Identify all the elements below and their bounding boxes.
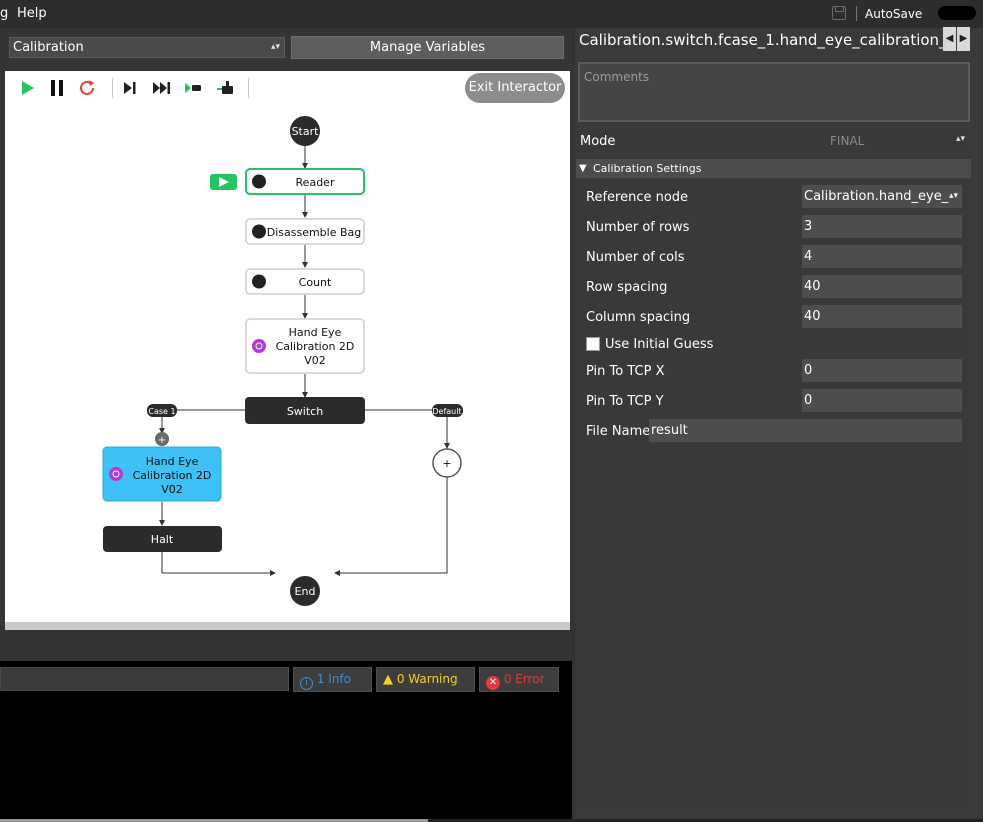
switch-node[interactable]: Switch [245, 397, 365, 424]
comments-input[interactable] [584, 70, 964, 114]
log-filter-input[interactable] [0, 667, 289, 691]
error-icon: ✕ [486, 676, 500, 690]
row-spacing-input[interactable]: 40 [802, 275, 962, 298]
rows-input[interactable]: 3 [802, 215, 962, 238]
start-label: Start [292, 125, 320, 138]
node-title: Calibration.switch.fcase_1.hand_eye_cali… [579, 31, 943, 49]
disassemble-bag-label: Disassemble Bag [267, 226, 362, 239]
log-warning-label: 0 Warning [396, 672, 458, 686]
reference-node-select[interactable]: Calibration.hand_eye_ ▴▾ [802, 185, 962, 208]
hand-eye-label-line3: V02 [304, 354, 326, 367]
hand-eye-calibration-node[interactable]: Hand Eye Calibration 2D V02 [245, 318, 365, 374]
comments-field[interactable] [578, 62, 970, 122]
menu-separator [856, 6, 857, 21]
flow-diagram: Start Reader Disassemble Bag Count Hand … [102, 116, 463, 606]
cols-label: Number of cols [586, 250, 685, 265]
halt-node[interactable]: Halt [103, 526, 222, 552]
hand-eye-calibration-selected-node[interactable]: Hand Eye Calibration 2D V02 [102, 446, 222, 502]
log-info-label: 1 Info [316, 672, 351, 686]
autosave-toggle[interactable] [938, 6, 976, 20]
reference-node-value: Calibration.hand_eye_ [804, 189, 949, 204]
switch-label: Switch [287, 405, 323, 418]
manage-variables-button[interactable]: Manage Variables [291, 36, 564, 59]
reference-node-label: Reference node [586, 190, 689, 205]
reader-label: Reader [296, 176, 335, 189]
autosave-label: AutoSave [865, 7, 923, 21]
column-spacing-input[interactable]: 40 [802, 305, 962, 328]
selected-hand-eye-line2: Calibration 2D [133, 469, 212, 482]
pin-tcp-x-label: Pin To TCP X [586, 364, 665, 379]
column-spacing-label: Column spacing [586, 310, 691, 325]
canvas-scrollbar[interactable] [5, 622, 570, 630]
log-error-label: 0 Error [503, 672, 545, 686]
pin-tcp-y-label: Pin To TCP Y [586, 394, 664, 409]
rows-label: Number of rows [586, 220, 690, 235]
log-info-button[interactable]: i 1 Info [293, 667, 372, 692]
select-arrows-icon: ▴▾ [948, 191, 958, 201]
save-icon[interactable] [832, 6, 846, 20]
plus-icon: + [158, 435, 166, 446]
row-spacing-label: Row spacing [586, 280, 668, 295]
plus-icon: + [442, 457, 451, 470]
info-icon: i [300, 677, 313, 690]
mode-label: Mode [580, 134, 616, 149]
hand-eye-label-line1: Hand Eye [289, 326, 342, 339]
warning-icon: ▲ [383, 672, 393, 687]
log-error-button[interactable]: ✕ 0 Error [479, 667, 559, 692]
flow-canvas[interactable]: Exit Interactor Start Reader Disassemble… [5, 71, 570, 630]
add-node-default-button[interactable]: + [432, 448, 462, 478]
disassemble-bag-node[interactable]: Disassemble Bag [245, 218, 365, 245]
select-arrows-icon: ▴▾ [956, 134, 966, 144]
selected-hand-eye-line3: V02 [161, 483, 183, 496]
pin-tcp-x-input[interactable]: 0 [802, 359, 962, 382]
reader-node[interactable]: Reader [245, 168, 365, 195]
menu-bar: g Help AutoSave [0, 0, 983, 28]
start-node[interactable]: Start [290, 116, 320, 146]
selected-hand-eye-line1: Hand Eye [146, 455, 199, 468]
pin-tcp-y-input[interactable]: 0 [802, 389, 962, 412]
log-output[interactable] [0, 695, 572, 819]
hand-eye-label-line2: Calibration 2D [276, 340, 355, 353]
cols-input[interactable]: 4 [802, 245, 962, 268]
log-warning-button[interactable]: ▲ 0 Warning [376, 667, 475, 692]
calibration-settings-header[interactable]: ▼ Calibration Settings [576, 159, 971, 178]
flow-select[interactable]: Calibration ▴▾ [9, 37, 285, 58]
default-label: Default [432, 407, 461, 416]
use-initial-guess-checkbox[interactable] [586, 337, 600, 351]
end-label: End [295, 585, 316, 598]
section-title: Calibration Settings [593, 162, 702, 175]
running-indicator [210, 174, 237, 190]
nav-left-button[interactable]: ◀ [943, 27, 956, 51]
collapse-triangle-icon: ▼ [579, 163, 587, 174]
file-name-label: File Name [586, 424, 651, 439]
add-node-case1-button[interactable]: + [155, 432, 169, 446]
count-node[interactable]: Count [245, 268, 365, 295]
select-arrows-icon: ▴▾ [270, 42, 280, 52]
end-node[interactable]: End [290, 576, 320, 606]
case1-tag[interactable]: Case 1 [147, 404, 177, 417]
case1-label: Case 1 [148, 407, 175, 416]
menu-item-truncated[interactable]: g [0, 6, 8, 21]
count-label: Count [299, 276, 332, 289]
default-tag[interactable]: Default [432, 404, 463, 417]
halt-label: Halt [151, 533, 174, 546]
mode-select[interactable]: FINAL [830, 134, 864, 148]
flow-select-value: Calibration [13, 40, 84, 55]
file-name-input[interactable]: result [649, 419, 962, 442]
nav-right-button[interactable]: ▶ [957, 27, 970, 51]
menu-item-help[interactable]: Help [17, 6, 47, 21]
use-initial-guess-label: Use Initial Guess [605, 337, 714, 352]
